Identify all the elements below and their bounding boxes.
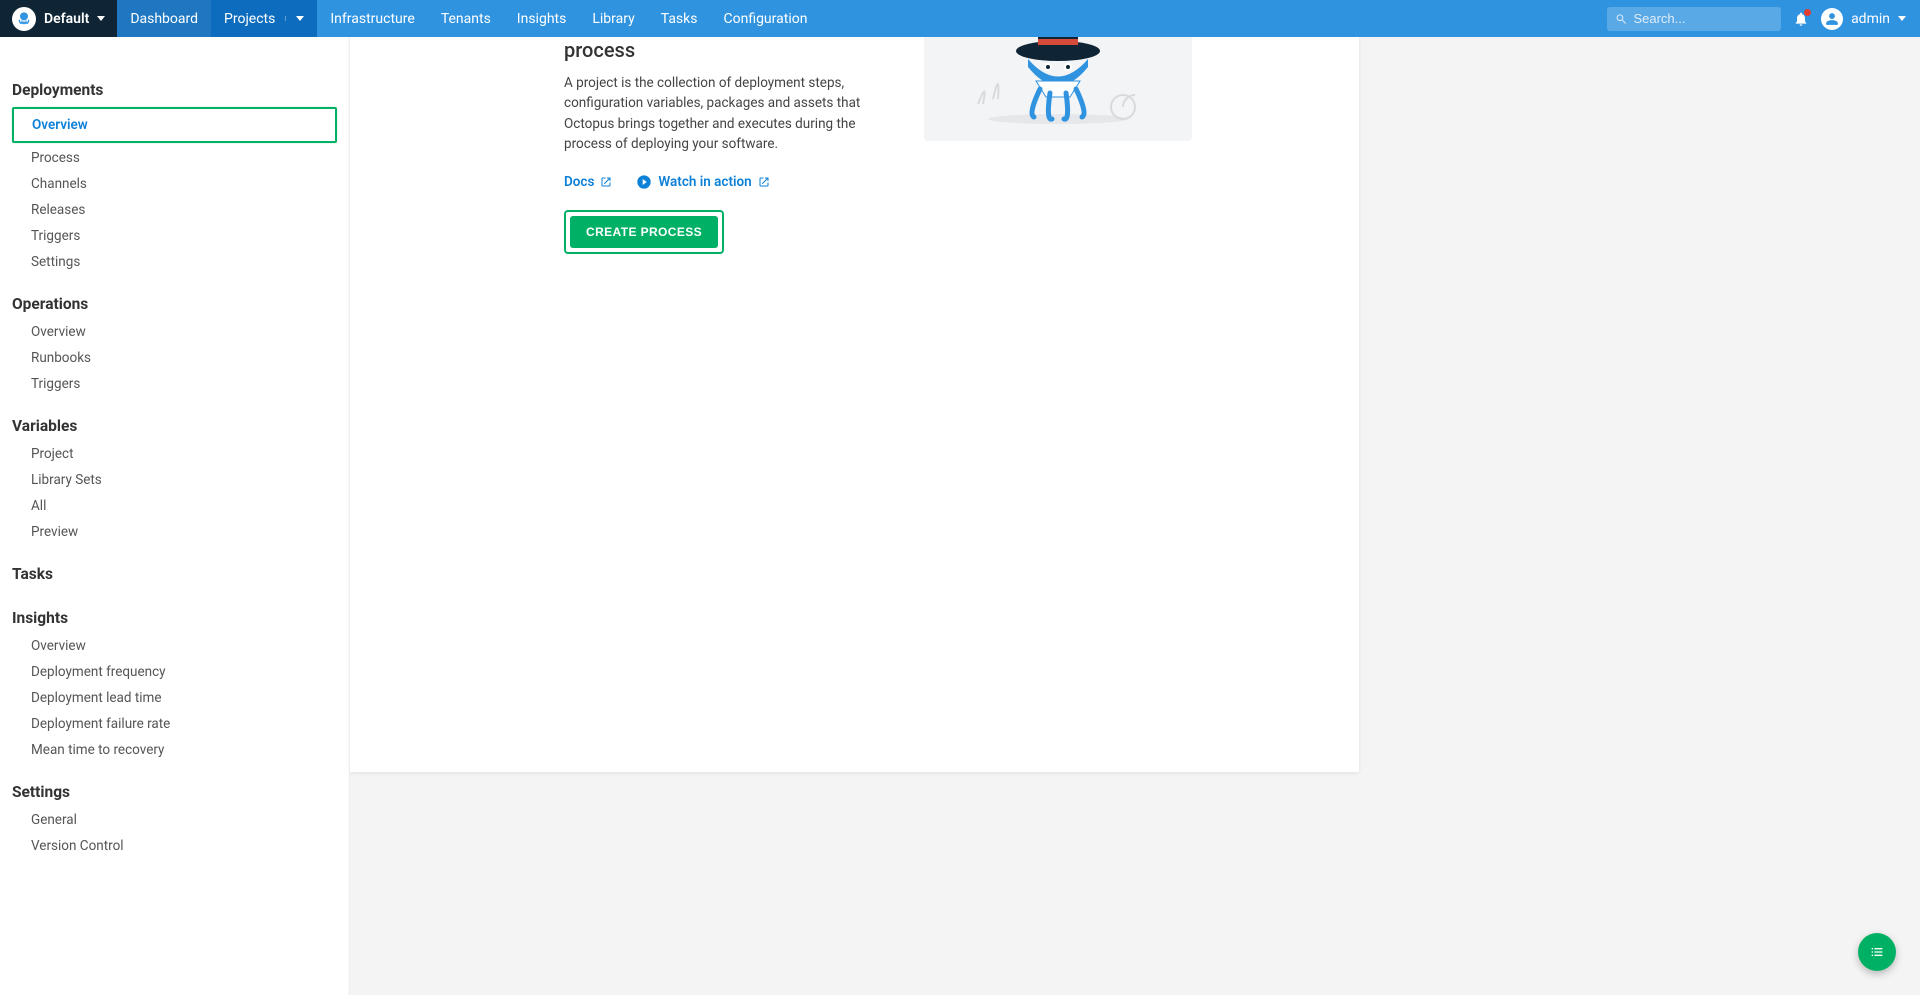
content-card: process A project is the collection of d… — [350, 37, 1359, 772]
external-link-icon — [600, 176, 612, 188]
projects-dropdown-toggle[interactable] — [285, 16, 304, 21]
empty-state-title: process — [564, 37, 864, 63]
sidebar-item-overview[interactable]: Overview — [12, 107, 337, 143]
docs-label: Docs — [564, 174, 594, 190]
sidebar-item-triggers[interactable]: Triggers — [0, 223, 349, 249]
empty-state-description: A project is the collection of deploymen… — [564, 73, 864, 154]
sidebar-item-library-sets[interactable]: Library Sets — [0, 467, 349, 493]
sidebar-item-deploy-lead[interactable]: Deployment lead time — [0, 685, 349, 711]
search-input[interactable] — [1633, 11, 1773, 26]
chevron-down-icon — [97, 16, 105, 21]
search-icon — [1615, 12, 1627, 26]
nav-items: Dashboard Projects Infrastructure Tenant… — [117, 0, 820, 37]
sidebar-section-tasks[interactable]: Tasks — [0, 545, 349, 589]
sidebar-item-general[interactable]: General — [0, 807, 349, 833]
user-menu[interactable]: admin — [1821, 8, 1906, 30]
body-shell: Deployments Overview Process Channels Re… — [0, 37, 1920, 995]
sidebar-section-deployments[interactable]: Deployments — [0, 49, 349, 105]
sidebar-item-version-control[interactable]: Version Control — [0, 833, 349, 859]
sidebar-item-runbooks[interactable]: Runbooks — [0, 345, 349, 371]
user-name: admin — [1851, 11, 1890, 27]
nav-insights[interactable]: Insights — [504, 0, 580, 37]
sidebar-section-variables[interactable]: Variables — [0, 397, 349, 441]
sidebar-item-settings[interactable]: Settings — [0, 249, 349, 275]
space-name: Default — [44, 11, 89, 27]
docs-link[interactable]: Docs — [564, 174, 612, 190]
nav-tenants[interactable]: Tenants — [428, 0, 504, 37]
nav-tasks[interactable]: Tasks — [648, 0, 711, 37]
nav-library[interactable]: Library — [579, 0, 647, 37]
sidebar-item-deploy-fail[interactable]: Deployment failure rate — [0, 711, 349, 737]
create-process-highlight: CREATE PROCESS — [564, 210, 724, 254]
sidebar-item-ops-triggers[interactable]: Triggers — [0, 371, 349, 397]
top-nav-left: Default Dashboard Projects Infrastructur… — [0, 0, 820, 37]
sidebar-item-channels[interactable]: Channels — [0, 171, 349, 197]
create-process-button[interactable]: CREATE PROCESS — [570, 216, 718, 248]
external-link-icon — [758, 176, 770, 188]
octopus-logo-icon — [12, 7, 36, 31]
sidebar-item-process[interactable]: Process — [0, 145, 349, 171]
sidebar-item-releases[interactable]: Releases — [0, 197, 349, 223]
nav-infrastructure[interactable]: Infrastructure — [317, 0, 427, 37]
notification-dot — [1804, 9, 1811, 16]
notifications-button[interactable] — [1791, 9, 1811, 29]
sidebar-item-insights-overview[interactable]: Overview — [0, 633, 349, 659]
sidebar-section-insights[interactable]: Insights — [0, 589, 349, 633]
global-search[interactable] — [1607, 7, 1781, 31]
nav-projects-label: Projects — [224, 11, 275, 27]
watch-in-action-link[interactable]: Watch in action — [636, 174, 769, 190]
help-fab[interactable] — [1858, 933, 1896, 971]
play-circle-icon — [636, 174, 652, 190]
project-sidebar: Deployments Overview Process Channels Re… — [0, 37, 350, 995]
sidebar-item-deploy-freq[interactable]: Deployment frequency — [0, 659, 349, 685]
sidebar-item-ops-overview[interactable]: Overview — [0, 319, 349, 345]
sidebar-item-all[interactable]: All — [0, 493, 349, 519]
empty-state-text: process A project is the collection of d… — [564, 37, 864, 254]
chevron-down-icon — [1898, 16, 1906, 21]
sidebar-section-settings[interactable]: Settings — [0, 763, 349, 807]
sidebar-item-project-vars[interactable]: Project — [0, 441, 349, 467]
sidebar-section-operations[interactable]: Operations — [0, 275, 349, 319]
avatar — [1821, 8, 1843, 30]
octopus-cowboy-icon — [958, 37, 1158, 129]
chevron-down-icon — [296, 16, 304, 21]
empty-state: process A project is the collection of d… — [350, 37, 1359, 254]
nav-dashboard[interactable]: Dashboard — [117, 0, 211, 37]
nav-configuration[interactable]: Configuration — [710, 0, 820, 37]
sidebar-item-mttr[interactable]: Mean time to recovery — [0, 737, 349, 763]
watch-label: Watch in action — [658, 174, 751, 190]
empty-state-illustration — [924, 37, 1192, 141]
space-switcher[interactable]: Default — [0, 0, 117, 37]
user-icon — [1825, 12, 1839, 26]
help-links: Docs Watch in action — [564, 174, 864, 190]
top-nav-right: admin — [1607, 0, 1920, 37]
nav-projects[interactable]: Projects — [211, 0, 317, 37]
sidebar-item-preview[interactable]: Preview — [0, 519, 349, 545]
top-nav: Default Dashboard Projects Infrastructur… — [0, 0, 1920, 37]
main-content: process A project is the collection of d… — [350, 37, 1920, 995]
list-icon — [1869, 944, 1885, 960]
